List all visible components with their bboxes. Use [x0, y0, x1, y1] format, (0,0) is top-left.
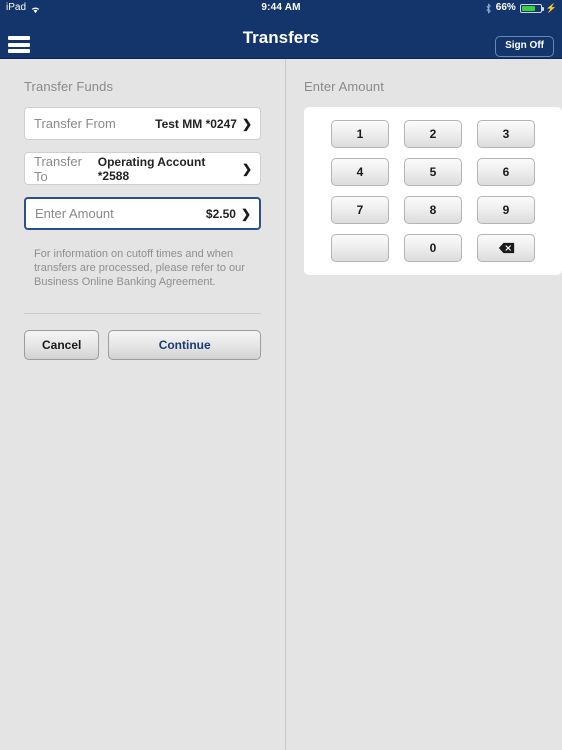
transfer-form-pane: Transfer Funds Transfer From Test MM *02…: [0, 59, 286, 750]
chevron-right-icon: ❯: [241, 116, 252, 131]
content-area: Transfer Funds Transfer From Test MM *02…: [0, 59, 562, 750]
transfer-from-value: Test MM *0247: [155, 116, 237, 131]
key-5[interactable]: 5: [404, 158, 462, 186]
continue-button[interactable]: Continue: [108, 330, 261, 360]
numeric-keypad: 123 456 7890: [304, 107, 562, 275]
enter-amount-label: Enter Amount: [35, 206, 114, 221]
transfer-from-label: Transfer From: [34, 116, 116, 131]
transfer-from-value-group: Test MM *0247 ❯: [155, 117, 252, 131]
navigation-bar: Transfers Sign Off: [0, 16, 562, 59]
transfer-funds-heading: Transfer Funds: [24, 79, 114, 94]
cutoff-times-note: For information on cutoff times and when…: [34, 248, 245, 288]
status-bar-time: 9:44 AM: [261, 2, 301, 13]
transfer-from-row[interactable]: Transfer From Test MM *0247 ❯: [24, 107, 261, 140]
chevron-right-icon: ❯: [241, 161, 252, 176]
chevron-right-icon: ❯: [240, 206, 251, 221]
key-3[interactable]: 3: [477, 120, 535, 148]
bluetooth-icon: [485, 3, 492, 14]
key-blank: [331, 234, 389, 262]
key-7[interactable]: 7: [331, 196, 389, 224]
cancel-button[interactable]: Cancel: [24, 330, 100, 360]
key-backspace[interactable]: [477, 234, 535, 262]
enter-amount-heading: Enter Amount: [304, 79, 384, 94]
battery-percent-label: 66%: [495, 2, 516, 13]
key-9[interactable]: 9: [477, 196, 535, 224]
enter-amount-value-group: $2.50 ❯: [206, 207, 251, 221]
backspace-icon: [498, 242, 515, 254]
page-title: Transfers: [242, 28, 320, 47]
transfer-to-label: Transfer To: [34, 153, 82, 184]
key-2[interactable]: 2: [404, 120, 462, 148]
enter-amount-row[interactable]: Enter Amount $2.50 ❯: [24, 197, 261, 230]
key-0[interactable]: 0: [404, 234, 462, 262]
transfer-to-value: Operating Account *2588: [97, 154, 206, 183]
form-actions: Cancel Continue: [24, 330, 261, 360]
enter-amount-value: $2.50: [205, 206, 236, 221]
sign-off-button[interactable]: Sign Off: [495, 36, 554, 57]
key-1[interactable]: 1: [331, 120, 389, 148]
key-4[interactable]: 4: [331, 158, 389, 186]
charging-bolt-icon: ⚡: [545, 2, 557, 13]
form-divider: [24, 313, 261, 314]
battery-icon: [519, 3, 544, 13]
app-window: iPad 9:44 AM 66% ⚡ Transfers Sign Off Tr…: [0, 0, 562, 750]
status-bar: iPad 9:44 AM 66% ⚡: [0, 0, 562, 16]
transfer-to-row[interactable]: Transfer To Operating Account *2588 ❯: [24, 152, 261, 185]
status-bar-right: 66% ⚡: [485, 0, 557, 16]
key-6[interactable]: 6: [477, 158, 535, 186]
transfer-to-value-group: Operating Account *2588 ❯: [98, 155, 252, 183]
key-8[interactable]: 8: [404, 196, 462, 224]
keypad-grid: 123 456 7890: [304, 120, 562, 262]
keypad-pane: Enter Amount 123 456 7890: [286, 59, 562, 750]
